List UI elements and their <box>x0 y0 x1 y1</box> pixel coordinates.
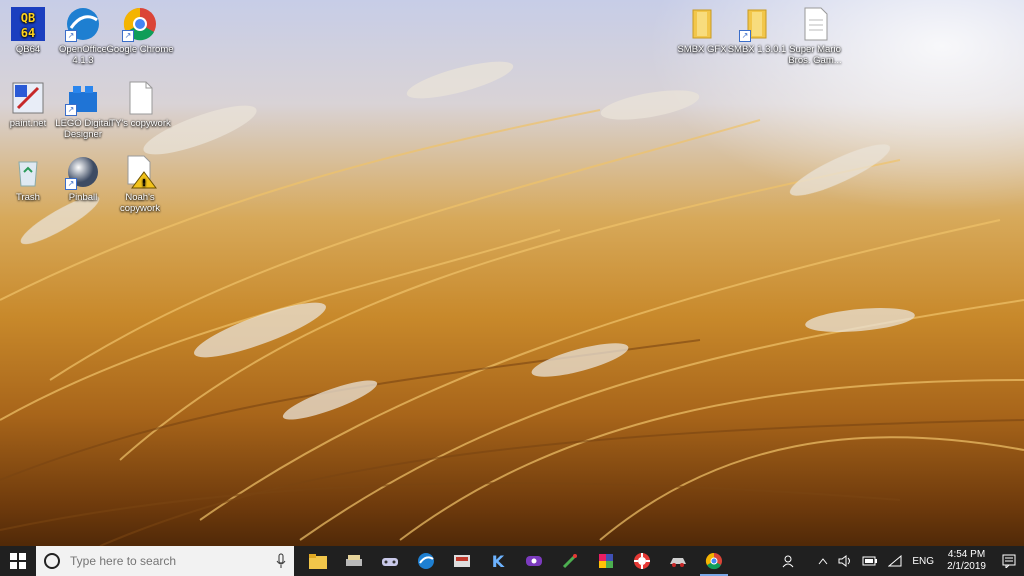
desktop-icon-noahs-copywork[interactable]: ! Noah's copywork <box>105 154 175 214</box>
taskbar-app-2[interactable] <box>336 546 372 576</box>
shortcut-arrow-icon: ↗ <box>122 30 134 42</box>
action-center-button[interactable] <box>994 554 1024 568</box>
taskbar-app-5[interactable] <box>444 546 480 576</box>
taskbar-file-explorer[interactable] <box>300 546 336 576</box>
shortcut-arrow-icon: ↗ <box>65 178 77 190</box>
clock-time: 4:54 PM <box>947 549 986 560</box>
keyboard-app-icon <box>454 555 470 567</box>
people-button[interactable] <box>777 554 801 568</box>
desktop-icon-label: TY's copywork <box>109 118 171 129</box>
document-icon <box>797 6 833 42</box>
desktop-icon-super-mario-bros[interactable]: Super Mario Bros. Gam... <box>780 6 850 66</box>
taskbar-app-10[interactable] <box>624 546 660 576</box>
puzzle-cube-icon <box>599 554 613 568</box>
svg-text:64: 64 <box>21 26 35 40</box>
svg-text:!: ! <box>142 178 147 189</box>
document-icon <box>122 80 158 116</box>
speaker-icon <box>838 555 851 567</box>
chevron-up-icon <box>819 558 828 565</box>
qb64-icon: QB 64 <box>10 6 46 42</box>
openoffice-icon: ↗ <box>65 6 101 42</box>
lifebuoy-icon <box>634 553 650 569</box>
language-indicator[interactable]: ENG <box>907 556 939 567</box>
folder-icon <box>684 6 720 42</box>
recycle-bin-icon <box>10 154 46 190</box>
taskbar-app-7[interactable] <box>516 546 552 576</box>
paint-brush-icon <box>562 554 577 569</box>
taskbar-app-9[interactable] <box>588 546 624 576</box>
scanner-icon <box>346 555 362 566</box>
desktop-icon-tys-copywork[interactable]: TY's copywork <box>105 80 175 129</box>
pinball-icon: ↗ <box>65 154 101 190</box>
taskbar-search-box[interactable] <box>36 546 294 576</box>
system-tray: ENG 4:54 PM 2/1/2019 <box>777 546 1024 576</box>
cortana-circle-icon <box>44 553 60 569</box>
svg-text:QB: QB <box>21 11 35 25</box>
battery-icon <box>862 556 878 566</box>
lego-brick-icon: ↗ <box>65 80 101 116</box>
search-input[interactable] <box>68 553 276 569</box>
svg-text:K: K <box>492 552 505 570</box>
windows-logo-icon <box>10 553 26 569</box>
document-warning-icon: ! <box>122 154 158 190</box>
taskbar-clock[interactable]: 4:54 PM 2/1/2019 <box>939 549 994 573</box>
notification-icon <box>1002 554 1016 568</box>
shortcut-arrow-icon: ↗ <box>65 104 77 116</box>
taskbar: K <box>0 546 1024 576</box>
desktop-icon-google-chrome[interactable]: ↗ Google Chrome <box>105 6 175 55</box>
paintnet-icon <box>10 80 46 116</box>
clock-date: 2/1/2019 <box>947 561 986 572</box>
desktop-icon-label: Super Mario Bros. Gam... <box>788 44 842 66</box>
taskbar-google-chrome[interactable] <box>696 546 732 576</box>
letter-k-icon: K <box>492 552 505 570</box>
battery-button[interactable] <box>857 556 883 566</box>
volume-button[interactable] <box>833 555 857 567</box>
openoffice-icon <box>418 553 434 569</box>
desktop-icon-label: Google Chrome <box>106 44 174 55</box>
chrome-icon <box>705 552 722 570</box>
taskbar-openoffice[interactable] <box>408 546 444 576</box>
taskbar-app-3[interactable] <box>372 546 408 576</box>
desktop-icon-label: Noah's copywork <box>119 192 161 214</box>
people-icon <box>783 555 794 568</box>
folder-icon <box>309 554 327 569</box>
network-button[interactable] <box>883 555 907 567</box>
chrome-icon: ↗ <box>122 6 158 42</box>
gamepad-icon <box>526 556 542 566</box>
wifi-icon <box>888 555 902 567</box>
start-button[interactable] <box>0 546 36 576</box>
taskbar-app-6[interactable]: K <box>480 546 516 576</box>
folder-icon: ↗ <box>739 6 775 42</box>
taskbar-app-8[interactable] <box>552 546 588 576</box>
shortcut-arrow-icon: ↗ <box>65 30 77 42</box>
game-controller-icon <box>382 558 398 566</box>
shortcut-arrow-icon: ↗ <box>739 30 751 42</box>
microphone-icon[interactable] <box>276 553 286 569</box>
taskbar-pinned-apps: K <box>300 546 732 576</box>
taskbar-app-11[interactable] <box>660 546 696 576</box>
show-hidden-icons-button[interactable] <box>813 557 833 565</box>
car-game-icon <box>670 558 686 567</box>
